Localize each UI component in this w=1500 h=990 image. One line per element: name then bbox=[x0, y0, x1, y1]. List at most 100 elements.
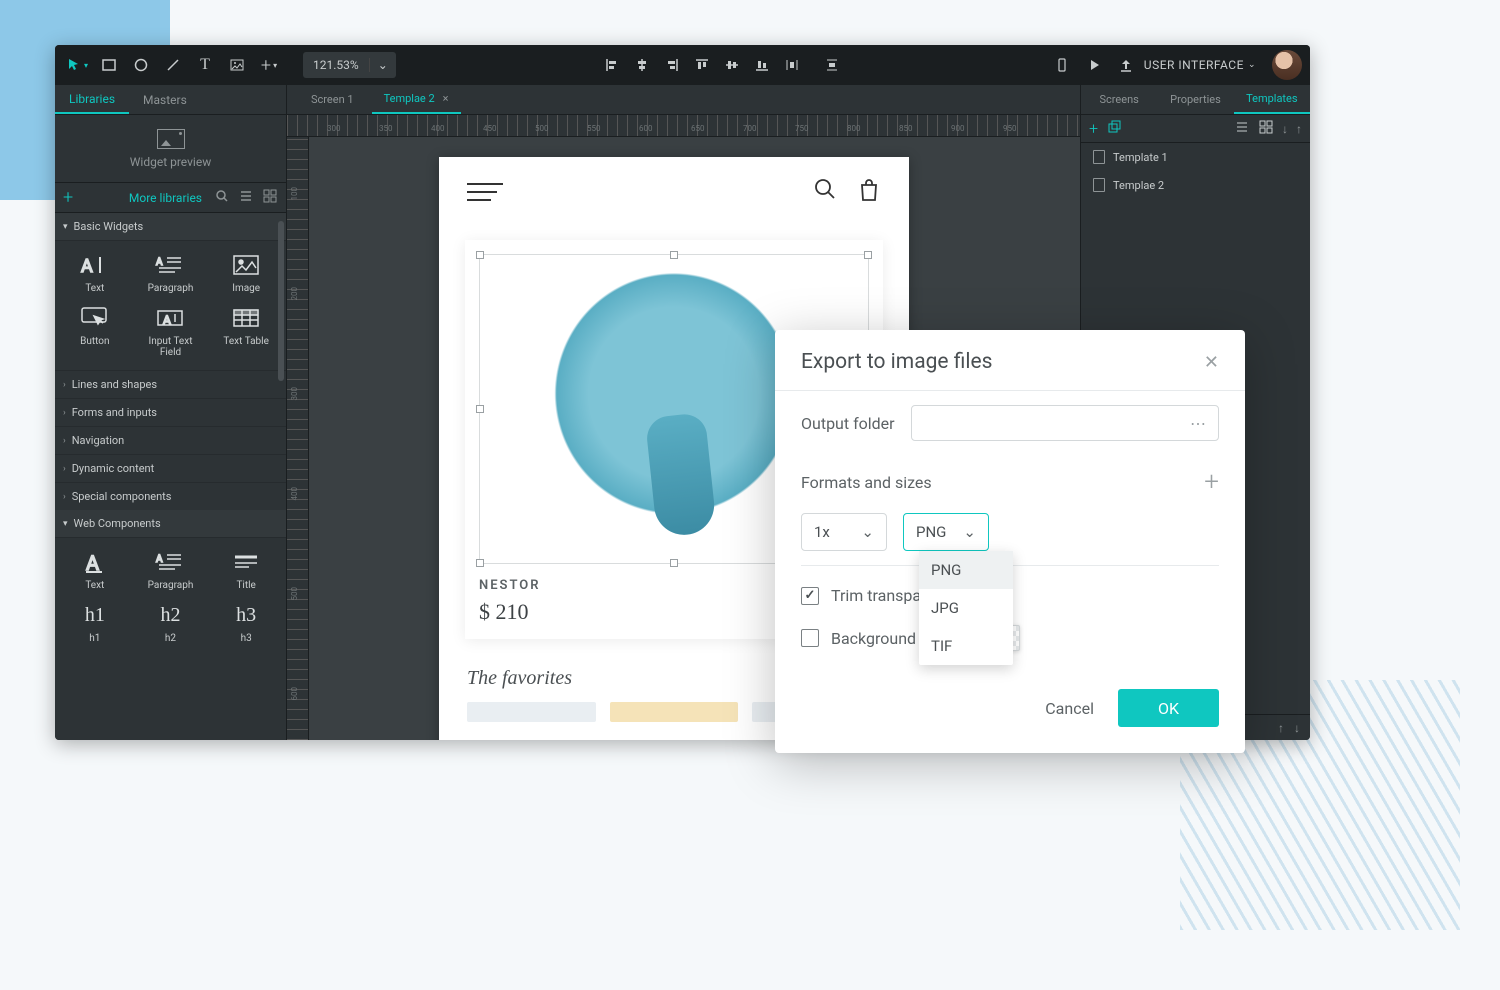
web-widget-title[interactable]: Title bbox=[210, 546, 282, 595]
svg-text:A: A bbox=[156, 257, 163, 268]
format-option-tif[interactable]: TIF bbox=[919, 627, 1013, 665]
cancel-button[interactable]: Cancel bbox=[1045, 699, 1094, 718]
web-widget-paragraph[interactable]: AParagraph bbox=[135, 546, 207, 595]
resize-handle[interactable] bbox=[670, 559, 678, 567]
cursor-tool-icon[interactable]: ▾ bbox=[63, 51, 91, 79]
text-tool-icon[interactable]: T bbox=[191, 51, 219, 79]
distribute-v-icon[interactable] bbox=[818, 51, 846, 79]
left-panel: Libraries Masters Widget preview + More … bbox=[55, 85, 287, 740]
add-library-icon[interactable]: + bbox=[63, 187, 73, 208]
align-bottom-icon[interactable] bbox=[748, 51, 776, 79]
web-widget-text[interactable]: AText bbox=[59, 546, 131, 595]
align-left-icon[interactable] bbox=[598, 51, 626, 79]
grid-view-icon[interactable] bbox=[1258, 119, 1274, 138]
resize-handle[interactable] bbox=[476, 251, 484, 259]
document-icon bbox=[1093, 178, 1105, 192]
rectangle-tool-icon[interactable] bbox=[95, 51, 123, 79]
search-icon[interactable] bbox=[813, 177, 837, 206]
format-option-png[interactable]: PNG bbox=[919, 551, 1013, 589]
format-select[interactable]: PNG ⌄ bbox=[903, 513, 989, 551]
ellipsis-icon[interactable]: ⋯ bbox=[1190, 414, 1206, 433]
sort-up-icon[interactable]: ↑ bbox=[1296, 122, 1302, 136]
tab-templates[interactable]: Templates bbox=[1234, 85, 1310, 114]
widget-button[interactable]: Button bbox=[59, 302, 131, 362]
project-menu-label: USER INTERFACE bbox=[1144, 58, 1244, 72]
background-color-checkbox[interactable] bbox=[801, 629, 819, 647]
output-folder-input[interactable]: ⋯ bbox=[911, 405, 1219, 441]
dialog-title: Export to image files bbox=[801, 350, 992, 374]
tab-screens[interactable]: Screens bbox=[1081, 85, 1157, 114]
add-format-icon[interactable]: + bbox=[1204, 467, 1219, 497]
grid-view-icon[interactable] bbox=[262, 188, 278, 207]
distribute-h-icon[interactable] bbox=[778, 51, 806, 79]
device-preview-icon[interactable] bbox=[1048, 51, 1076, 79]
widget-text[interactable]: AText bbox=[59, 249, 131, 298]
favorite-card[interactable] bbox=[467, 702, 596, 722]
project-menu[interactable]: USER INTERFACE ⌄ bbox=[1144, 58, 1256, 72]
image-tool-icon[interactable] bbox=[223, 51, 251, 79]
horizontal-ruler: 3003504004505005506006507007508008509009… bbox=[287, 115, 1080, 137]
resize-handle[interactable] bbox=[476, 559, 484, 567]
sort-down-icon[interactable]: ↓ bbox=[1282, 122, 1288, 136]
align-tools bbox=[598, 51, 846, 79]
chevron-down-icon[interactable]: ⌄ bbox=[370, 58, 396, 72]
section-forms-inputs[interactable]: ›Forms and inputs bbox=[55, 398, 286, 426]
widget-input-text[interactable]: AInput Text Field bbox=[135, 302, 207, 362]
align-middle-icon[interactable] bbox=[718, 51, 746, 79]
canvas-tab-template2[interactable]: Templae 2× bbox=[372, 85, 461, 114]
favorite-card[interactable] bbox=[610, 702, 739, 722]
align-right-icon[interactable] bbox=[658, 51, 686, 79]
search-icon[interactable] bbox=[214, 188, 230, 207]
trim-checkbox[interactable] bbox=[801, 587, 819, 605]
svg-text:A: A bbox=[156, 554, 163, 565]
resize-handle[interactable] bbox=[864, 251, 872, 259]
upload-icon[interactable] bbox=[1112, 51, 1140, 79]
resize-handle[interactable] bbox=[670, 251, 678, 259]
tab-libraries[interactable]: Libraries bbox=[55, 85, 129, 114]
hamburger-icon[interactable] bbox=[467, 183, 503, 201]
duplicate-icon[interactable] bbox=[1106, 119, 1122, 138]
shopping-bag-icon[interactable] bbox=[857, 177, 881, 206]
web-widget-h3[interactable]: h3h3 bbox=[210, 599, 282, 648]
section-web-components[interactable]: ▾Web Components bbox=[55, 510, 286, 538]
template-item[interactable]: Templae 2 bbox=[1081, 171, 1310, 199]
export-dialog: Export to image files ✕ Output folder ⋯ … bbox=[775, 330, 1245, 753]
section-dynamic-content[interactable]: ›Dynamic content bbox=[55, 454, 286, 482]
section-navigation[interactable]: ›Navigation bbox=[55, 426, 286, 454]
move-down-icon[interactable]: ↓ bbox=[1294, 721, 1300, 735]
canvas-tab-screen1[interactable]: Screen 1 bbox=[299, 85, 366, 114]
close-icon[interactable]: ✕ bbox=[1204, 352, 1219, 373]
user-avatar[interactable] bbox=[1272, 50, 1302, 80]
svg-text:A: A bbox=[86, 551, 99, 574]
widget-text-table[interactable]: Text Table bbox=[210, 302, 282, 362]
move-up-icon[interactable]: ↑ bbox=[1278, 721, 1284, 735]
list-view-icon[interactable] bbox=[1234, 119, 1250, 138]
widget-preview-label: Widget preview bbox=[130, 155, 211, 169]
ellipse-tool-icon[interactable] bbox=[127, 51, 155, 79]
size-select[interactable]: 1x ⌄ bbox=[801, 513, 887, 551]
format-option-jpg[interactable]: JPG bbox=[919, 589, 1013, 627]
format-dropdown: PNG JPG TIF bbox=[919, 551, 1013, 665]
widget-image[interactable]: Image bbox=[210, 249, 282, 298]
web-widget-h1[interactable]: h1h1 bbox=[59, 599, 131, 648]
line-tool-icon[interactable] bbox=[159, 51, 187, 79]
resize-handle[interactable] bbox=[476, 405, 484, 413]
section-basic-widgets[interactable]: ▾ Basic Widgets bbox=[55, 213, 286, 241]
align-top-icon[interactable] bbox=[688, 51, 716, 79]
list-view-icon[interactable] bbox=[238, 188, 254, 207]
section-lines-shapes[interactable]: ›Lines and shapes bbox=[55, 370, 286, 398]
play-icon[interactable] bbox=[1080, 51, 1108, 79]
tab-properties[interactable]: Properties bbox=[1157, 85, 1233, 114]
close-tab-icon[interactable]: × bbox=[443, 92, 449, 105]
widget-paragraph[interactable]: AParagraph bbox=[135, 249, 207, 298]
more-libraries-link[interactable]: More libraries bbox=[129, 191, 202, 205]
section-special-components[interactable]: ›Special components bbox=[55, 482, 286, 510]
web-widget-h2[interactable]: h2h2 bbox=[135, 599, 207, 648]
add-tool-icon[interactable]: +▾ bbox=[255, 51, 283, 79]
zoom-control[interactable]: 121.53% ⌄ bbox=[303, 52, 396, 78]
template-item[interactable]: Template 1 bbox=[1081, 143, 1310, 171]
align-center-h-icon[interactable] bbox=[628, 51, 656, 79]
ok-button[interactable]: OK bbox=[1118, 689, 1219, 727]
add-template-icon[interactable]: + bbox=[1089, 119, 1098, 138]
tab-masters[interactable]: Masters bbox=[129, 85, 201, 114]
